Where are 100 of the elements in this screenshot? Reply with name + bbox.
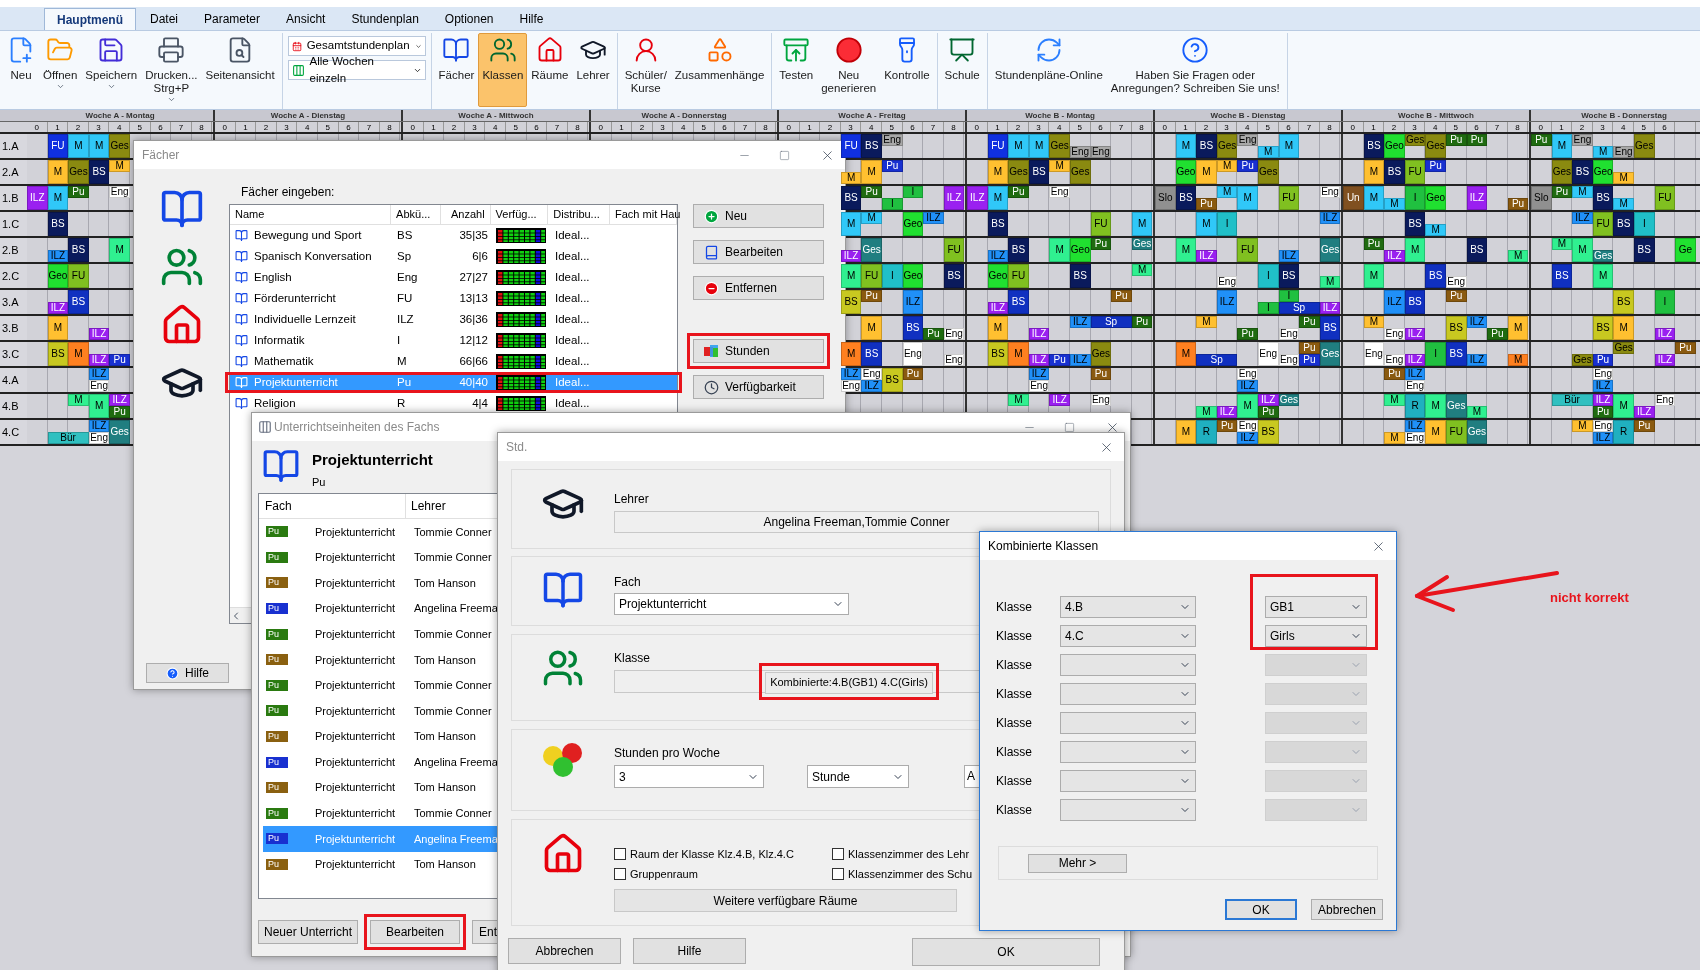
lesson-row[interactable]: Pu Projektunterricht Tommie Conner: [263, 672, 557, 699]
dialog-button[interactable]: Neuer Unterricht: [258, 920, 358, 944]
dialog-button[interactable]: Bearbeiten: [693, 240, 824, 264]
dropdown-field[interactable]: [1060, 653, 1196, 676]
lesson-row[interactable]: Pu Projektunterricht Tommie Conner: [263, 519, 557, 545]
menu-tab[interactable]: Ansicht: [274, 8, 338, 30]
column-header[interactable]: Abkü...: [391, 205, 441, 224]
ribbon-button[interactable]: Zusammenhänge: [670, 33, 769, 107]
maximize-icon[interactable]: [1064, 421, 1075, 433]
ribbon-button[interactable]: Drucken... Strg+P: [141, 33, 202, 107]
lesson-block: Sp: [1196, 354, 1238, 366]
column-header[interactable]: Verfüg...: [490, 205, 549, 224]
lesson-block: Eng: [1384, 328, 1405, 340]
ribbon-button[interactable]: Haben Sie Fragen oder Anregungen? Schreiben Sie uns!: [1106, 33, 1284, 107]
ribbon-button[interactable]: Kontrolle: [880, 33, 934, 107]
ribbon-button[interactable]: Öffnen: [39, 33, 82, 107]
dialog-button[interactable]: Verfügbarkeit: [693, 375, 824, 399]
dropdown-field[interactable]: [1265, 711, 1367, 734]
dialog-button[interactable]: Weitere verfügbare Räume: [614, 889, 957, 912]
ribbon-button[interactable]: Lehrer: [572, 33, 614, 107]
dropdown-field[interactable]: [1060, 711, 1196, 734]
dropdown-field[interactable]: Stunde: [807, 765, 909, 788]
lesson-row[interactable]: Pu Projektunterricht Tom Hanson: [263, 570, 557, 596]
ribbon-button[interactable]: Neu: [3, 33, 39, 107]
checkbox[interactable]: Raum der Klasse Klz.4.B, Klz.4.C: [614, 846, 832, 863]
menu-tab[interactable]: Hilfe: [507, 8, 556, 30]
dialog-button[interactable]: Entfernen: [693, 276, 824, 300]
dropdown-field[interactable]: Projektunterricht: [614, 593, 849, 615]
period-number: 5: [693, 122, 715, 132]
lesson-row[interactable]: Pu Projektunterricht Tommie Conner: [263, 698, 557, 724]
subject-row[interactable]: Spanisch Konversation Sp 6|6 Ideal...: [230, 246, 677, 267]
subject-row[interactable]: Informatik I 12|12 Ideal...: [230, 330, 677, 351]
ribbon-button[interactable]: Klassen: [478, 33, 528, 107]
dialog-button[interactable]: Hilfe: [146, 663, 229, 683]
dropdown-field[interactable]: [1060, 682, 1196, 705]
dialog-button[interactable]: Hilfe: [633, 938, 746, 964]
combined-classes-button[interactable]: Kombinierte:4.B(GB1) 4.C(Girls): [765, 671, 933, 694]
dropdown-field[interactable]: Girls: [1265, 624, 1367, 647]
menu-tab[interactable]: Datei: [138, 8, 190, 30]
lesson-block: Eng: [1592, 420, 1614, 432]
column-header[interactable]: Lehrer: [406, 494, 446, 518]
menu-tab[interactable]: Stundenplan: [339, 8, 431, 30]
menu-tab[interactable]: Optionen: [432, 8, 506, 30]
lesson-block: BS: [861, 342, 882, 366]
dropdown-field[interactable]: [1060, 740, 1196, 763]
ribbon-button[interactable]: Testen: [775, 33, 818, 107]
dialog-button[interactable]: OK: [912, 938, 1100, 966]
distribution-value: Ideal...: [554, 332, 591, 348]
dialog-button[interactable]: Abbrechen: [508, 938, 621, 964]
lesson-row[interactable]: Pu Projektunterricht Tom Hanson: [263, 851, 557, 878]
dropdown-field[interactable]: 4.C: [1060, 624, 1196, 647]
menu-tab[interactable]: Hauptmenü: [44, 8, 136, 30]
dropdown-field[interactable]: [1265, 769, 1367, 792]
view-dropdown[interactable]: Gesamtstundenplan: [287, 36, 426, 56]
column-header[interactable]: Fach: [259, 494, 406, 518]
dropdown-field[interactable]: 4.B: [1060, 595, 1196, 618]
subject-row[interactable]: Individuelle Lernzeit ILZ 36|36 Ideal...: [230, 309, 677, 330]
dialog-button[interactable]: Stunden: [693, 339, 824, 363]
dialog-button[interactable]: Abbrechen: [1311, 899, 1383, 920]
ribbon-button[interactable]: Räume: [527, 33, 573, 107]
dialog-button[interactable]: Mehr >: [1028, 853, 1127, 873]
checkbox[interactable]: Klassenzimmer des Lehr: [832, 846, 982, 863]
dropdown-field[interactable]: [1265, 653, 1367, 676]
lesson-row[interactable]: Pu Projektunterricht Tom Hanson: [263, 646, 557, 673]
subject-row[interactable]: Mathematik M 66|66 Ideal...: [230, 351, 677, 372]
dropdown-field[interactable]: [1060, 769, 1196, 792]
dialog-button[interactable]: OK: [1225, 899, 1297, 920]
lesson-row[interactable]: Pu Projektunterricht Tom Hanson: [263, 774, 557, 801]
dialog-button[interactable]: Neu: [693, 204, 824, 228]
dropdown-field[interactable]: GB1: [1265, 595, 1367, 618]
menu-tab[interactable]: Parameter: [192, 8, 273, 30]
ribbon-button[interactable]: Schule: [940, 33, 984, 107]
ribbon-button[interactable]: Schüler/ Kurse: [620, 33, 671, 107]
column-header[interactable]: Distribu...: [548, 205, 610, 224]
lesson-row[interactable]: Pu Projektunterricht Tommie Conner: [263, 621, 557, 647]
ribbon-button[interactable]: Neu generieren: [817, 33, 881, 107]
dropdown-field[interactable]: [1265, 682, 1367, 705]
lesson-row[interactable]: Pu Projektunterricht Tommie Conner: [263, 544, 557, 571]
subject-row[interactable]: English Eng 27|27 Ideal...: [230, 267, 677, 288]
lesson-row[interactable]: Pu Projektunterricht Tom Hanson: [263, 723, 557, 750]
dropdown-field[interactable]: [1060, 798, 1196, 821]
column-header[interactable]: Anzahl: [440, 205, 491, 224]
subject-row[interactable]: Bewegung und Sport BS 35|35 Ideal...: [230, 225, 677, 246]
dropdown-field[interactable]: [1265, 798, 1367, 821]
subject-row[interactable]: Religion R 4|4 Ideal...: [230, 393, 677, 414]
ribbon-button[interactable]: Stundenpläne-Online: [990, 33, 1107, 107]
dialog-button[interactable]: Bearbeiten: [370, 920, 460, 944]
lesson-row[interactable]: Pu Projektunterricht Angelina Freema: [263, 595, 557, 622]
ribbon-button[interactable]: Fächer: [434, 33, 479, 107]
subject-row[interactable]: Förderunterricht FU 13|13 Ideal...: [230, 288, 677, 309]
maximize-icon[interactable]: [779, 149, 790, 161]
ribbon-button[interactable]: Seitenansicht: [201, 33, 279, 107]
column-header[interactable]: Name: [230, 205, 392, 224]
dropdown-field[interactable]: 3: [614, 765, 764, 788]
dropdown-field[interactable]: [1265, 740, 1367, 763]
checkbox[interactable]: Gruppenraum: [614, 865, 832, 882]
ribbon-button[interactable]: Speichern: [81, 33, 142, 107]
lesson-row[interactable]: Pu Projektunterricht Tommie Conner: [263, 800, 557, 827]
checkbox[interactable]: Klassenzimmer des Schu: [832, 865, 982, 882]
lesson-row[interactable]: Pu Projektunterricht Angelina Freema: [263, 749, 557, 775]
